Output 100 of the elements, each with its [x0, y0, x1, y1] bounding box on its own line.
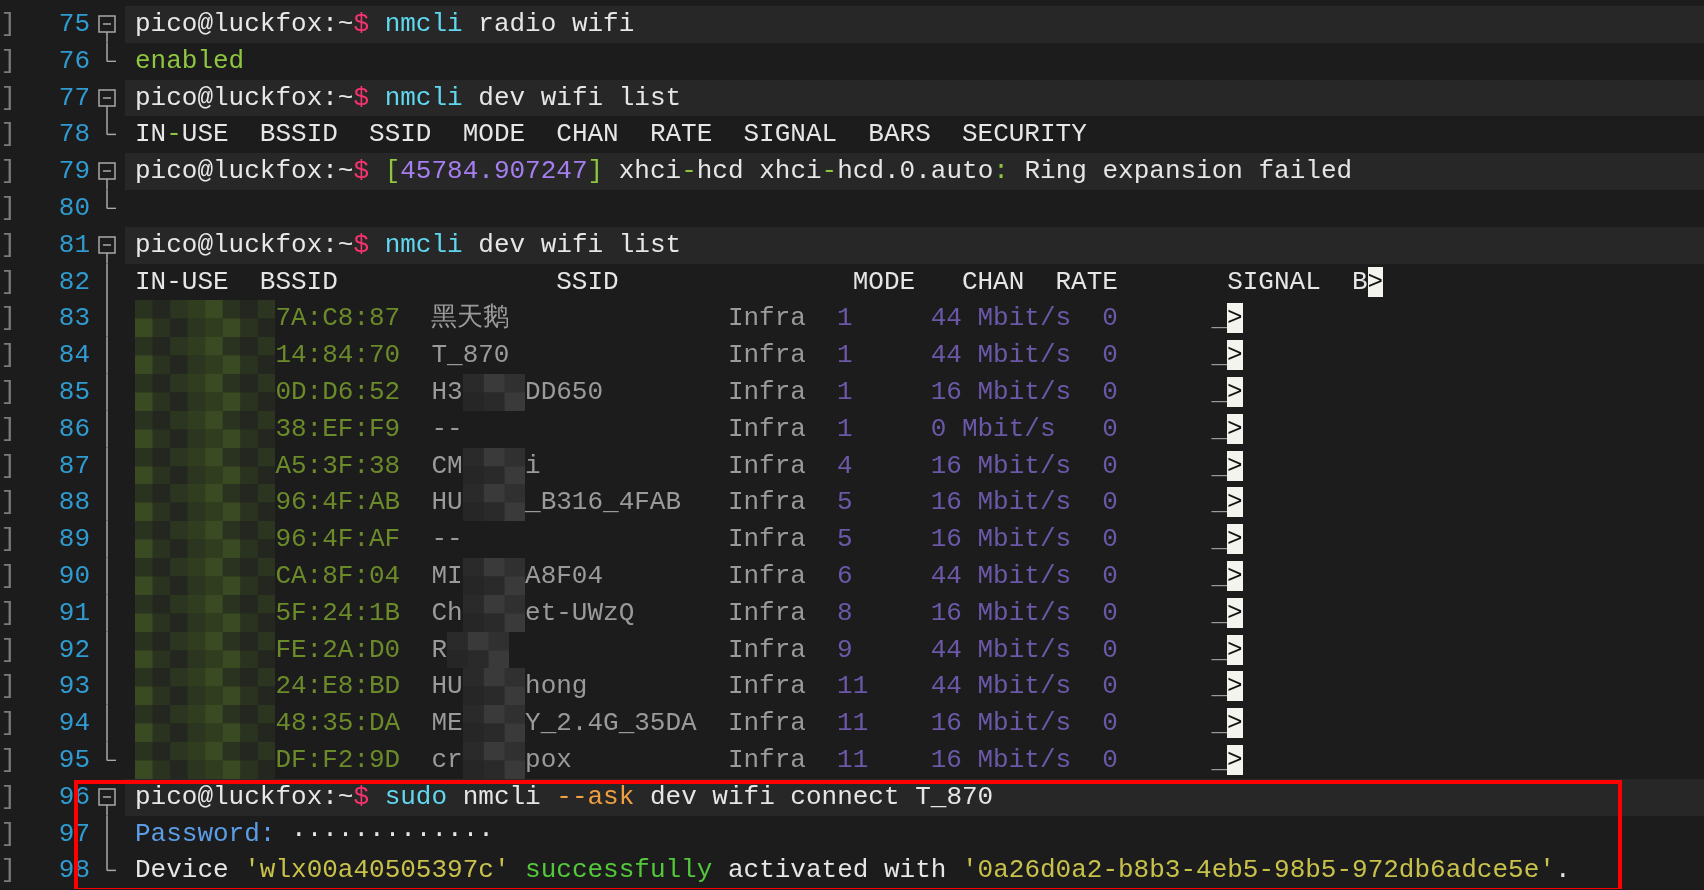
timestamp: 45784.907247: [400, 156, 588, 187]
rate-text: 16 Mbit/s: [930, 450, 1072, 481]
terminal-text: .: [1554, 855, 1571, 886]
channel-text: 1: [837, 340, 853, 371]
channel-text: 1: [837, 376, 853, 407]
signal-text: 0: [1102, 340, 1118, 371]
column-header: SSID: [556, 266, 619, 297]
ssid-text: ME: [431, 708, 463, 739]
ssid-text: CM: [431, 450, 463, 481]
column-header: MODE: [852, 266, 916, 297]
channel-text: 1: [837, 413, 853, 444]
terminal-text: radio wifi: [478, 9, 635, 39]
more-indicator: >: [1227, 560, 1243, 591]
more-indicator: >: [1227, 376, 1243, 407]
bssid-text: 5F:24:1B: [275, 597, 401, 628]
line-number: 92: [57, 633, 90, 667]
bars-text: _: [1211, 671, 1228, 702]
terminal-text: ·············: [291, 818, 494, 849]
ssid-text: HU: [431, 487, 463, 518]
fold-line: [106, 190, 116, 210]
command-text: nmcli: [384, 9, 463, 39]
ssid-text: Ch: [431, 597, 463, 628]
line-bracket: ]: [0, 228, 16, 262]
command-text: sudo: [384, 781, 448, 812]
line-bracket: ]: [0, 302, 16, 336]
line-number: 78: [57, 118, 90, 152]
line-bracket: ]: [0, 523, 16, 557]
terminal-text: -: [166, 119, 182, 150]
line-number: 89: [57, 523, 90, 557]
line-number: 77: [57, 81, 90, 115]
terminal-text: ]: [587, 156, 604, 187]
prompt: pico@luckfox:~: [135, 82, 354, 113]
terminal-text: -: [821, 156, 838, 187]
bssid-text: 96:4F:AB: [275, 487, 401, 518]
line-number: 94: [57, 707, 90, 741]
rate-text: 44 Mbit/s: [930, 671, 1072, 702]
more-indicator: >: [1227, 340, 1243, 371]
more-indicator: >: [1227, 524, 1243, 555]
terminal-text: IN: [135, 119, 167, 150]
line-number: 80: [57, 192, 90, 225]
channel-text: 11: [837, 708, 869, 739]
ssid-text: A8F04: [525, 560, 604, 591]
column-header: CHAN: [961, 266, 1025, 297]
signal-text: 0: [1102, 597, 1118, 628]
mode-text: Infra: [727, 413, 806, 444]
bssid-text: FE:2A:D0: [275, 634, 401, 665]
line-bracket: ]: [0, 817, 16, 851]
prompt-symbol: $: [353, 156, 370, 187]
bssid-text: DF:F2:9D: [275, 744, 401, 775]
rate-text: 44 Mbit/s: [930, 560, 1072, 591]
mode-text: Infra: [727, 597, 806, 628]
ssid-text: T_870: [431, 340, 510, 371]
terminal-text: hcd.0.auto: [837, 156, 994, 187]
line-number: 87: [57, 449, 90, 483]
ssid-text: cr: [431, 744, 463, 775]
quoted-text: '0a26d0a2-b8b3-4eb5-98b5-972db6adce5e': [962, 855, 1555, 886]
ssid-text: Y_2.4G_35DA: [525, 708, 697, 739]
terminal-text: Ring expansion failed: [1024, 156, 1353, 187]
line-bracket: ]: [0, 743, 16, 777]
terminal-text: nmcli: [462, 781, 541, 812]
terminal-text: enabled: [135, 45, 245, 76]
column-header: SIGNAL: [1227, 266, 1321, 297]
bars-text: _: [1211, 340, 1228, 371]
bssid-text: A5:3F:38: [275, 450, 401, 481]
ssid-text: MI: [431, 560, 463, 591]
bars-text: _: [1211, 708, 1228, 739]
more-indicator: >: [1227, 597, 1243, 628]
line-bracket: ]: [0, 192, 16, 225]
line-bracket: ]: [0, 596, 16, 630]
signal-text: 0: [1102, 708, 1118, 739]
signal-text: 0: [1102, 671, 1118, 702]
ssid-text: i: [525, 450, 541, 481]
bssid-text: 7A:C8:87: [275, 303, 401, 334]
line-bracket: ]: [0, 633, 16, 667]
rate-text: 16 Mbit/s: [930, 597, 1072, 628]
more-indicator: >: [1367, 266, 1384, 297]
signal-text: 0: [1102, 634, 1118, 665]
channel-text: 4: [837, 450, 853, 481]
signal-text: 0: [1102, 487, 1118, 518]
line-number: 91: [57, 596, 90, 630]
ssid-text: et-UWzQ: [525, 597, 635, 628]
prompt-symbol: $: [353, 9, 370, 39]
ssid-text: --: [431, 413, 463, 444]
quoted-text: 'wlx00a40505397c': [244, 855, 510, 886]
column-header: B: [1351, 266, 1368, 297]
rate-text: 44 Mbit/s: [930, 303, 1072, 334]
terminal-text: USE BSSID SSID MODE CHAN RATE SIGNAL BARS SECURITY: [181, 119, 1087, 150]
terminal-text: -: [681, 156, 697, 187]
fold-line: [106, 116, 116, 136]
more-indicator: >: [1227, 450, 1243, 481]
signal-text: 0: [1102, 413, 1118, 444]
fold-line: [106, 42, 116, 63]
signal-text: 0: [1102, 303, 1118, 334]
channel-text: 6: [837, 560, 853, 591]
line-bracket: ]: [0, 486, 16, 520]
prompt-symbol: $: [353, 781, 370, 812]
line-bracket: ]: [0, 339, 16, 373]
line-bracket: ]: [0, 412, 16, 446]
column-header: RATE: [1055, 266, 1118, 297]
more-indicator: >: [1227, 487, 1243, 518]
